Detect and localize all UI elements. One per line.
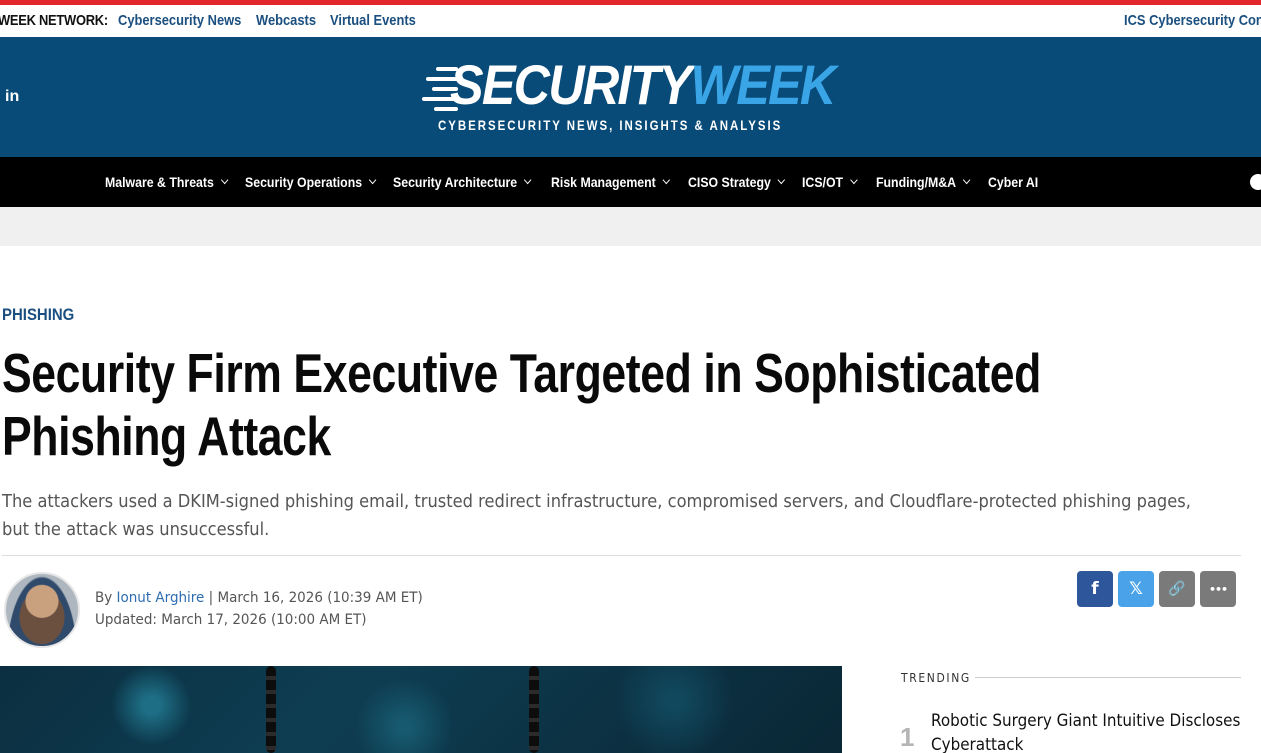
nav-item-malware-threats[interactable]: Malware & Threats	[105, 174, 229, 190]
headline-line: Phishing Attack	[2, 405, 331, 467]
chevron-down-icon	[368, 175, 377, 185]
author-link[interactable]: Ionut Arghire	[117, 590, 205, 606]
headline-line: Security Firm Executive Targeted in Soph…	[2, 342, 1041, 404]
nav-label: Security Architecture	[393, 174, 518, 190]
x-icon: 𝕏	[1129, 579, 1143, 599]
site-logo[interactable]: SECURITYWEEK CYBERSECURITY NEWS, INSIGHT…	[420, 55, 836, 139]
publish-date: | March 16, 2026 (10:39 AM ET)	[208, 590, 423, 606]
nav-label: Malware & Threats	[105, 174, 214, 190]
chevron-down-icon	[849, 175, 858, 185]
nav-label: CISO Strategy	[688, 174, 771, 190]
trending-title-line: Cyberattack	[931, 735, 1024, 753]
byline-by: By	[95, 590, 113, 606]
network-link-virtual-events[interactable]: Virtual Events	[330, 12, 416, 29]
nav-item-ics-ot[interactable]: ICS/OT	[802, 174, 858, 190]
nav-item-funding-ma[interactable]: Funding/M&A	[876, 174, 971, 190]
chevron-down-icon	[220, 175, 229, 185]
chevron-down-icon	[962, 175, 971, 185]
main-nav: Malware & Threats Security Operations Se…	[0, 157, 1261, 207]
nav-label: Risk Management	[551, 174, 656, 190]
linkedin-icon[interactable]: in	[5, 88, 23, 106]
trending-heading: TRENDING	[901, 671, 971, 685]
network-link-ics-conference[interactable]: ICS Cybersecurity Con	[1124, 12, 1261, 29]
byline: By Ionut Arghire | March 16, 2026 (10:39…	[95, 590, 423, 606]
divider	[2, 555, 1241, 556]
logo-primary: SECURITY	[450, 53, 692, 116]
logo-tagline: CYBERSECURITY NEWS, INSIGHTS & ANALYSIS	[438, 117, 783, 133]
nav-item-cyber-ai[interactable]: Cyber AI	[988, 174, 1038, 190]
chain-graphic	[266, 666, 276, 753]
theme-toggle-icon[interactable]	[1250, 174, 1261, 190]
nav-item-security-architecture[interactable]: Security Architecture	[393, 174, 532, 190]
logo-accent: WEEK	[690, 53, 836, 116]
copy-link-button[interactable]: 🔗	[1159, 571, 1195, 607]
more-icon: •••	[1208, 582, 1228, 596]
article-deck: The attackers used a DKIM-signed phishin…	[2, 488, 1232, 544]
nav-label: ICS/OT	[802, 174, 844, 190]
article-headline: Security Firm Executive Targeted in Soph…	[2, 342, 1041, 468]
chevron-down-icon	[662, 175, 671, 185]
network-label: WEEK NETWORK:	[0, 12, 108, 29]
logo-wordmark: SECURITYWEEK	[450, 53, 836, 116]
brand-header: in SECURITYWEEK CYBERSECURITY NEWS, INSI…	[0, 37, 1261, 157]
ad-placeholder	[0, 207, 1261, 246]
trending-item-link[interactable]: Robotic Surgery Giant Intuitive Disclose…	[931, 709, 1241, 753]
nav-label: Security Operations	[245, 174, 363, 190]
trending-title-line: Robotic Surgery Giant Intuitive Disclose…	[931, 711, 1241, 730]
chevron-down-icon	[523, 175, 532, 185]
chevron-down-icon	[777, 175, 786, 185]
article-category[interactable]: PHISHING	[2, 305, 74, 325]
deck-line: but the attack was unsuccessful.	[2, 520, 270, 540]
network-link-cybersecurity-news[interactable]: Cybersecurity News	[118, 12, 241, 29]
nav-label: Funding/M&A	[876, 174, 957, 190]
deck-line: The attackers used a DKIM-signed phishin…	[2, 492, 1191, 512]
trending-rank: 1	[900, 722, 915, 752]
nav-item-security-operations[interactable]: Security Operations	[245, 174, 377, 190]
share-facebook-button[interactable]: f	[1077, 571, 1113, 607]
link-icon: 🔗	[1168, 581, 1186, 597]
facebook-icon: f	[1091, 579, 1099, 599]
author-avatar[interactable]	[4, 572, 80, 648]
trending-divider	[975, 677, 1241, 678]
share-x-button[interactable]: 𝕏	[1118, 571, 1154, 607]
nav-item-ciso-strategy[interactable]: CISO Strategy	[688, 174, 786, 190]
nav-item-risk-management[interactable]: Risk Management	[551, 174, 671, 190]
article-hero-image	[0, 666, 842, 753]
nav-label: Cyber AI	[988, 174, 1039, 190]
network-link-webcasts[interactable]: Webcasts	[256, 12, 316, 29]
chain-graphic	[529, 666, 539, 753]
network-bar: WEEK NETWORK: Cybersecurity News Webcast…	[0, 5, 1261, 37]
more-share-button[interactable]: •••	[1200, 571, 1236, 607]
updated-date: Updated: March 17, 2026 (10:00 AM ET)	[95, 612, 367, 628]
